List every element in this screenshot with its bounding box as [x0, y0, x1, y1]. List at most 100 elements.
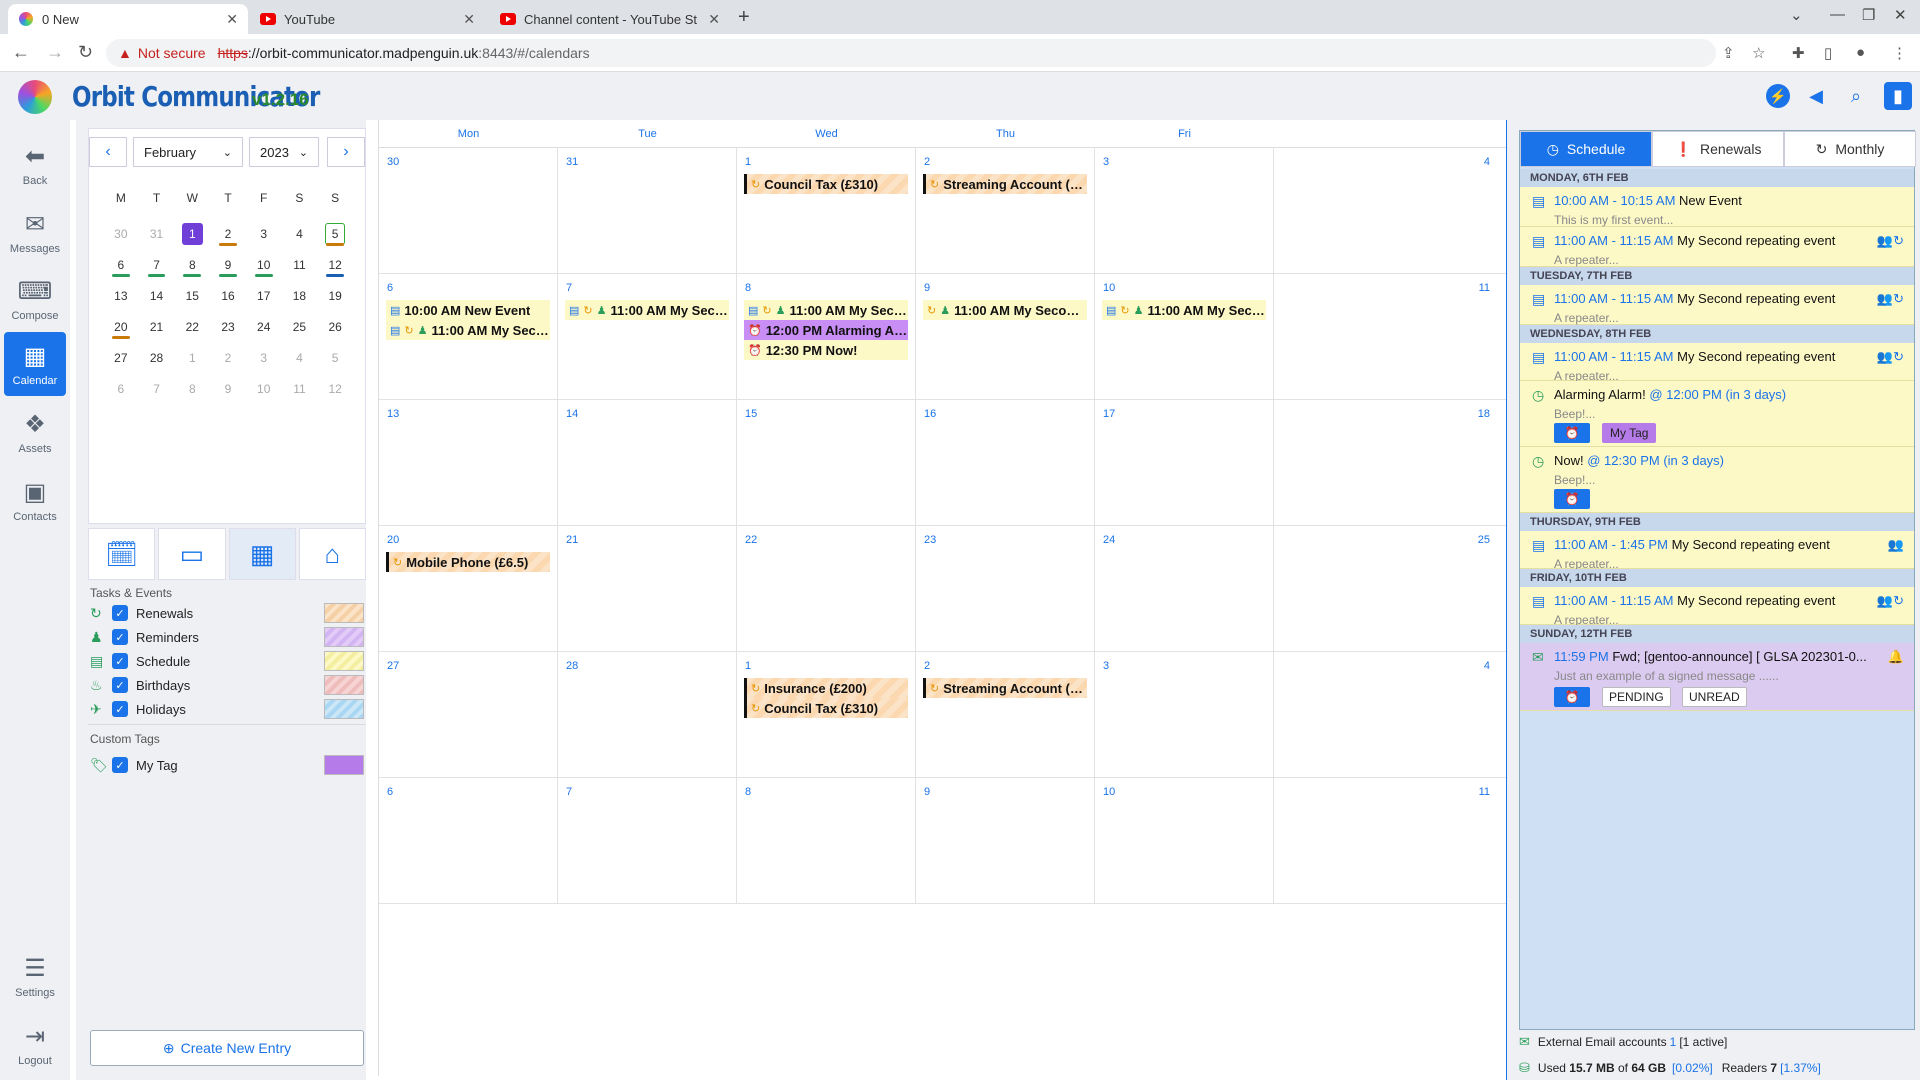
calendar-event[interactable]: ↻♟11:00 AM My Second rep... [923, 300, 1087, 320]
agenda-item[interactable]: ▤ 11:00 AM - 11:15 AM My Second repeatin… [1520, 587, 1914, 627]
alarm-icon[interactable]: ⏰ [1554, 489, 1590, 509]
nav-back[interactable]: ⬅ Back [4, 132, 66, 196]
color-swatch[interactable] [324, 699, 364, 719]
profile-icon[interactable]: ● [1856, 44, 1865, 61]
mini-calendar-day[interactable]: 22 [174, 312, 210, 341]
calendar-day-cell[interactable]: 1 ↻ Insurance (£200) ↻ Council Tax (£310) [737, 652, 916, 778]
mini-calendar-day[interactable]: 8 [174, 250, 210, 279]
color-swatch[interactable] [324, 603, 364, 623]
calendar-day-cell[interactable]: 28 [558, 652, 737, 778]
mini-calendar-day[interactable]: 7 [139, 374, 175, 403]
calendar-day-cell[interactable]: 14 [558, 400, 737, 526]
close-window-icon[interactable]: ✕ [1894, 6, 1907, 24]
calendar-day-cell[interactable]: 2 ↻Streaming Account (£10.99) [916, 652, 1095, 778]
agenda-item[interactable]: ✉ 11:59 PM Fwd; [gentoo-announce] [ GLSA… [1520, 643, 1914, 711]
new-tab-icon[interactable]: + [738, 6, 750, 29]
calendar-event[interactable]: ⏰ 12:30 PM Now! [744, 340, 908, 360]
mini-calendar-day[interactable]: 28 [139, 343, 175, 372]
mini-calendar-day[interactable]: 4 [282, 343, 318, 372]
calendar-day-cell[interactable]: 16 [916, 400, 1095, 526]
calendar-event[interactable]: ↻Streaming Account (£10.99) [923, 174, 1087, 194]
mini-calendar-day[interactable]: 10 [246, 250, 282, 279]
tab-schedule[interactable]: ◷ Schedule [1520, 131, 1652, 167]
calendar-day-cell[interactable]: 18 [1274, 400, 1507, 526]
forward-arrow-icon[interactable]: → [46, 42, 64, 63]
agenda-item[interactable]: ▤ 11:00 AM - 11:15 AM My Second repeatin… [1520, 285, 1914, 325]
calendar-event[interactable]: ↻ Council Tax (£310) [744, 698, 908, 718]
calendar-day-cell[interactable]: 3 [1095, 652, 1274, 778]
calendar-day-cell[interactable]: 7 ▤↻♟11:00 AM My Second r... [558, 274, 737, 400]
calendar-day-cell[interactable]: 10 [1095, 778, 1274, 904]
browser-tab[interactable]: YouTube ✕ [250, 4, 485, 34]
calendar-day-cell[interactable]: 4 [1274, 148, 1507, 274]
mini-calendar-day[interactable]: 2 [210, 219, 246, 248]
mini-calendar-day[interactable]: 6 [103, 374, 139, 403]
mini-calendar-day[interactable]: 5 [317, 219, 353, 248]
checkbox[interactable]: ✓ [112, 677, 128, 693]
mini-calendar-day[interactable]: 9 [210, 250, 246, 279]
color-swatch[interactable] [324, 675, 364, 695]
mini-calendar-day[interactable]: 12 [317, 250, 353, 279]
filter-renewals[interactable]: ↻ ✓ Renewals [90, 602, 366, 624]
checkbox[interactable]: ✓ [112, 629, 128, 645]
calendar-day-cell[interactable]: 7 [558, 778, 737, 904]
mini-calendar-day[interactable]: 31 [139, 219, 175, 248]
calendar-day-cell[interactable]: 2 ↻Streaming Account (£10.99) [916, 148, 1095, 274]
speaker-icon[interactable]: ◀ [1802, 82, 1830, 110]
calendar-day-cell[interactable]: 23 [916, 526, 1095, 652]
mini-calendar-day[interactable]: 15 [174, 281, 210, 310]
week-view-button[interactable]: ▭ [158, 528, 226, 580]
mini-calendar-day[interactable]: 7 [139, 250, 175, 279]
filter-reminders[interactable]: ♟ ✓ Reminders [90, 626, 366, 648]
agenda-item[interactable]: ◷ Now! @ 12:30 PM (in 3 days) Beep!... ⏰ [1520, 447, 1914, 513]
checkbox[interactable]: ✓ [112, 757, 128, 773]
calendar-event[interactable]: ▤↻♟11:00 AM My Second r... [744, 300, 908, 320]
mini-calendar-day[interactable]: 1 [174, 343, 210, 372]
checkbox[interactable]: ✓ [112, 701, 128, 717]
nav-compose[interactable]: ⌨ Compose [4, 267, 66, 331]
mini-calendar-day[interactable]: 26 [317, 312, 353, 341]
agenda-item[interactable]: ▤ 11:00 AM - 11:15 AM My Second repeatin… [1520, 343, 1914, 383]
next-month-button[interactable]: › [327, 137, 365, 167]
calendar-event[interactable]: ▤↻♟11:00 AM My Second r... [386, 320, 550, 340]
calendar-day-cell[interactable]: 27 [379, 652, 558, 778]
filter-my-tag[interactable]: 🏷 ✓ My Tag [90, 754, 366, 776]
calendar-day-cell[interactable]: 10 ▤↻♟11:00 AM My Second r... [1095, 274, 1274, 400]
mini-calendar-day[interactable]: 1 [174, 219, 210, 248]
mini-calendar-day[interactable]: 21 [139, 312, 175, 341]
filter-schedule[interactable]: ▤ ✓ Schedule [90, 650, 366, 672]
calendar-day-cell[interactable]: 30 [379, 148, 558, 274]
minimize-icon[interactable]: — [1830, 6, 1845, 23]
bookmark-star-icon[interactable]: ☆ [1752, 44, 1765, 62]
checkbox[interactable]: ✓ [112, 653, 128, 669]
color-swatch[interactable] [324, 651, 364, 671]
mini-calendar-day[interactable]: 3 [246, 343, 282, 372]
bolt-icon[interactable]: ⚡ [1766, 84, 1790, 108]
mini-calendar-day[interactable]: 8 [174, 374, 210, 403]
filter-holidays[interactable]: ✈ ✓ Holidays [90, 698, 366, 720]
calendar-day-cell[interactable]: 20 ↻ Mobile Phone (£6.5) [379, 526, 558, 652]
mini-calendar-day[interactable]: 13 [103, 281, 139, 310]
reload-icon[interactable]: ↻ [78, 42, 93, 63]
mini-calendar-day[interactable]: 18 [282, 281, 318, 310]
nav-calendar[interactable]: ▦ Calendar [4, 332, 66, 396]
browser-tab[interactable]: Channel content - YouTube St ✕ [490, 4, 730, 34]
month-select[interactable]: February ⌄ [133, 137, 243, 167]
tab-search-icon[interactable]: ⌄ [1790, 6, 1803, 24]
mini-calendar-day[interactable]: 30 [103, 219, 139, 248]
zoom-search-icon[interactable]: ⌕ [1842, 82, 1870, 110]
tab-renewals[interactable]: ❗ Renewals [1652, 131, 1784, 167]
calendar-event[interactable]: ↻Streaming Account (£10.99) [923, 678, 1087, 698]
calendar-day-cell[interactable]: 9 ↻♟11:00 AM My Second rep... [916, 274, 1095, 400]
mini-calendar-day[interactable]: 20 [103, 312, 139, 341]
nav-logout[interactable]: ⇥ Logout [4, 1012, 66, 1076]
calendar-day-cell[interactable]: 11 [1274, 274, 1507, 400]
calendar-day-cell[interactable]: 24 [1095, 526, 1274, 652]
agenda-item[interactable]: ▤ 11:00 AM - 1:45 PM My Second repeating… [1520, 531, 1914, 571]
calendar-day-cell[interactable]: 1 ↻ Council Tax (£310) [737, 148, 916, 274]
color-swatch[interactable] [324, 755, 364, 775]
share-icon[interactable]: ⇪ [1722, 44, 1735, 62]
checkbox[interactable]: ✓ [112, 605, 128, 621]
calendar-event[interactable]: ↻ Mobile Phone (£6.5) [386, 552, 550, 572]
calendar-day-cell[interactable]: 3 [1095, 148, 1274, 274]
